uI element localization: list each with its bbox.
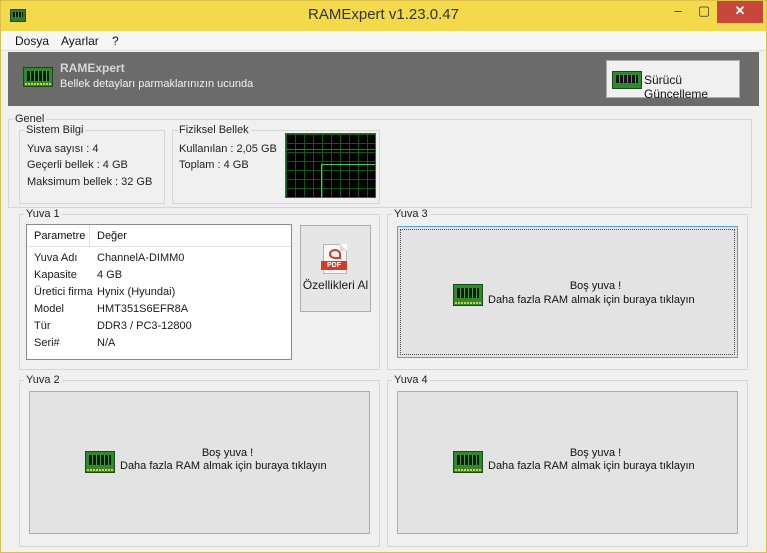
driver-update-label: Sürücü Güncelleme (644, 73, 709, 101)
buy-ram-text: Daha fazla RAM almak için buraya tıklayı… (120, 460, 327, 472)
graph-total-line (286, 149, 375, 150)
param-name: Kapasite (34, 269, 77, 281)
close-button[interactable]: ✕ (717, 1, 763, 23)
pdf-tag: PDF (321, 261, 347, 270)
empty-slot-text: Boş yuva ! (569, 280, 622, 292)
menu-ayarlar[interactable]: Ayarlar (61, 34, 99, 48)
slot-2-empty-button[interactable]: Boş yuva ! Daha fazla RAM almak için bur… (29, 391, 370, 534)
menu-bar: Dosya Ayarlar ? (1, 31, 766, 51)
list-item[interactable]: Model HMT351S6EFR8A (27, 301, 291, 318)
param-value: HMT351S6EFR8A (97, 303, 189, 315)
list-item[interactable]: Tür DDR3 / PC3-12800 (27, 318, 291, 335)
slot-1-details-list[interactable]: Parametre Değer Yuva Adı ChannelA-DIMM0 … (26, 224, 292, 360)
driver-update-button[interactable]: Sürücü Güncelleme (606, 60, 740, 101)
param-value: N/A (97, 337, 116, 349)
app-window: RAMExpert v1.23.0.47 – ▢ ✕ Dosya Ayarlar… (0, 0, 767, 553)
buy-ram-text: Daha fazla RAM almak için buraya tıklayı… (488, 294, 695, 306)
system-info-legend: Sistem Bilgi (26, 124, 84, 136)
list-item[interactable]: Üretici firma Hynix (Hyundai) (27, 284, 291, 301)
maximize-button[interactable]: ▢ (691, 1, 717, 23)
slot-1-legend: Yuva 1 (26, 208, 60, 220)
param-value: Hynix (Hyundai) (97, 286, 176, 298)
param-name: Seri# (34, 337, 60, 349)
pdf-icon: PDF (321, 244, 347, 274)
get-specs-pdf-button[interactable]: PDF Özellikleri Al (300, 225, 371, 312)
total-memory-text: Toplam : 4 GB (179, 159, 249, 171)
menu-help[interactable]: ? (112, 34, 119, 48)
slot-3-legend: Yuva 3 (394, 208, 428, 220)
menu-dosya[interactable]: Dosya (15, 34, 49, 48)
column-divider[interactable] (89, 225, 90, 247)
slot-count-text: Yuva sayısı : 4 (27, 143, 99, 155)
slot-2-legend: Yuva 2 (26, 374, 60, 386)
memory-usage-graph (285, 133, 376, 198)
graph-usage-line (321, 164, 375, 198)
slot-3-empty-button[interactable]: Boş yuva ! Daha fazla RAM almak için bur… (397, 226, 738, 358)
minimize-button[interactable]: – (665, 1, 691, 23)
current-memory-text: Geçerli bellek : 4 GB (27, 159, 128, 171)
header-title: RAMExpert (60, 61, 125, 75)
header-subtitle: Bellek detayları parmaklarınızın ucunda (60, 78, 254, 90)
ram-module-icon (23, 67, 53, 87)
window-title: RAMExpert v1.23.0.47 (308, 6, 459, 23)
list-item[interactable]: Seri# N/A (27, 335, 291, 352)
header-banner: RAMExpert Bellek detayları parmaklarınız… (8, 52, 759, 106)
empty-slot-text: Boş yuva ! (201, 447, 254, 459)
acrobat-swirl-icon (329, 249, 341, 259)
max-memory-text: Maksimum bellek : 32 GB (27, 176, 153, 188)
param-value: DDR3 / PC3-12800 (97, 320, 192, 332)
used-memory-text: Kullanılan : 2,05 GB (179, 143, 277, 155)
title-bar[interactable]: RAMExpert v1.23.0.47 – ▢ ✕ (1, 1, 766, 31)
physical-memory-legend: Fiziksel Bellek (179, 124, 249, 136)
slot-4-empty-button[interactable]: Boş yuva ! Daha fazla RAM almak için bur… (397, 391, 738, 534)
column-header-value[interactable]: Değer (97, 230, 127, 242)
buy-ram-text: Daha fazla RAM almak için buraya tıklayı… (488, 460, 695, 472)
param-name: Üretici firma (34, 286, 93, 298)
param-value: 4 GB (97, 269, 123, 281)
param-name: Tür (34, 320, 51, 332)
empty-slot-text: Boş yuva ! (569, 447, 622, 459)
column-header-parameter[interactable]: Parametre (34, 230, 85, 242)
graphics-card-icon (612, 71, 642, 89)
param-name: Yuva Adı (34, 252, 78, 264)
list-item[interactable]: Yuva Adı ChannelA-DIMM0 (27, 250, 291, 267)
param-name: Model (34, 303, 64, 315)
get-specs-label: Özellikleri Al (302, 278, 369, 292)
list-item[interactable]: Kapasite 4 GB (27, 267, 291, 284)
slot-4-legend: Yuva 4 (394, 374, 428, 386)
list-header: Parametre Değer (27, 225, 291, 247)
param-value: ChannelA-DIMM0 (97, 252, 185, 264)
ram-module-icon (453, 284, 483, 306)
